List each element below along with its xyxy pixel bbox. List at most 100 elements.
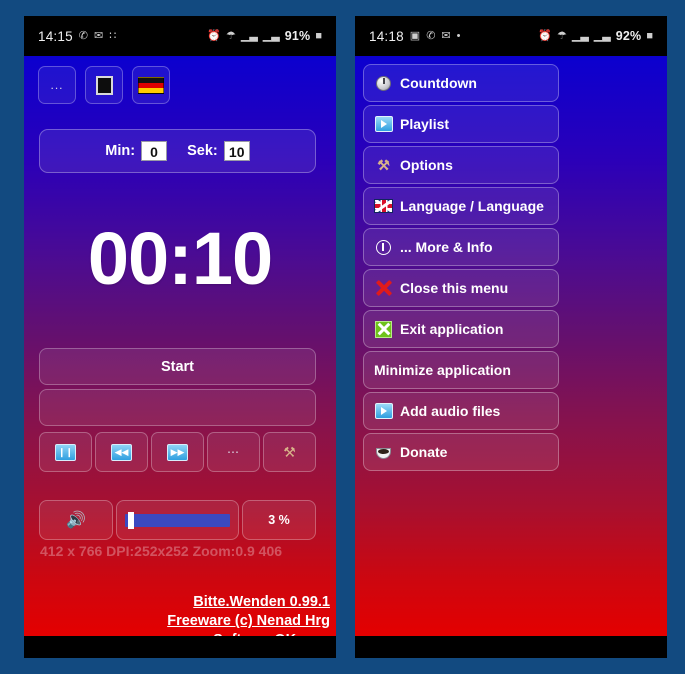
nav-bar-right (355, 636, 667, 658)
menu-item-label: Donate (400, 444, 448, 460)
menu-item-close-menu[interactable]: Close this menu (363, 269, 559, 307)
menu-item-playlist[interactable]: Playlist (363, 105, 559, 143)
mail-icon: ✉ (94, 29, 104, 42)
volume-percent-button[interactable]: 3 % (242, 500, 316, 540)
author-link[interactable]: Freeware (c) Nenad Hrg (167, 612, 330, 631)
menu-item-minimize-application[interactable]: Minimize application (363, 351, 559, 389)
start-button-label: Start (160, 358, 195, 375)
battery-icon: ■ (315, 29, 322, 42)
play-icon (374, 115, 393, 134)
alarm-icon: ⏰ (538, 29, 552, 42)
menu-item-exit-application[interactable]: Exit application (363, 310, 559, 348)
volume-row: 🔊 3 % (39, 500, 316, 540)
volume-percent-label: 3 % (268, 513, 290, 527)
menu-item-label: Close this menu (400, 280, 509, 296)
app-canvas-right: Countdown Playlist ⚒ Options Language / … (355, 56, 667, 636)
device-info-text: 412 x 766 DPI:252x252 Zoom:0.9 406 (40, 543, 283, 559)
wifi-icon: ☂ (557, 29, 567, 42)
pause-button[interactable]: ❙❙ (39, 432, 92, 472)
countdown-display: 00:10 (87, 217, 273, 300)
forward-button[interactable]: ▶▶ (151, 432, 204, 472)
time-input-panel: Min: 0 Sek: 10 (39, 129, 316, 173)
signal-icon: ▁▃ (593, 29, 611, 42)
language-button[interactable] (132, 66, 170, 104)
menu-item-language[interactable]: Language / Language (363, 187, 559, 225)
volume-track (125, 511, 230, 529)
status-time: 14:15 (38, 28, 73, 44)
status-bar-left-group: 14:18 ▣ ✆ ✉ • (369, 29, 461, 44)
tools-button[interactable]: ⚒ (263, 432, 316, 472)
whatsapp-icon: ✆ (78, 29, 89, 42)
volume-slider[interactable] (116, 500, 239, 540)
whatsapp-icon: ✆ (426, 29, 436, 42)
battery-icon: ■ (646, 29, 653, 42)
screenshot-stage: 14:15 ✆ ✉ ∷ ⏰ ☂ ▁▃ ▁▃ 91% ■ ... Min: 0 S… (0, 0, 685, 674)
rewind-button[interactable]: ◀◀ (95, 432, 148, 472)
play-icon (374, 402, 393, 421)
status-bar-right-group: ⏰ ☂ ▁▃ ▁▃ 92% ■ (538, 29, 653, 43)
uk-flag-icon (374, 197, 393, 216)
alarm-icon: ⏰ (207, 29, 221, 42)
menu-item-add-audio-files[interactable]: Add audio files (363, 392, 559, 430)
menu-item-label: Minimize application (374, 362, 511, 378)
stop-square-icon (95, 75, 113, 95)
app-version-link[interactable]: Bitte.Wenden 0.99.1 (167, 593, 330, 612)
main-menu: Countdown Playlist ⚒ Options Language / … (363, 64, 559, 471)
wifi-icon: ☂ (226, 29, 236, 42)
menu-item-countdown[interactable]: Countdown (363, 64, 559, 102)
menu-item-label: Options (400, 157, 453, 173)
signal-icon: ▁▃ (240, 29, 258, 42)
more-options-button[interactable]: ... (38, 66, 76, 104)
green-x-icon (374, 320, 393, 339)
menu-item-label: Playlist (400, 116, 450, 132)
menu-item-more-info[interactable]: ... More & Info (363, 228, 559, 266)
nav-bar-left (24, 636, 336, 658)
tools-icon: ⚒ (377, 157, 390, 173)
status-message-button[interactable] (39, 389, 316, 426)
menu-item-options[interactable]: ⚒ Options (363, 146, 559, 184)
gallery-icon: ▣ (409, 29, 421, 42)
battery-percent: 92% (615, 29, 642, 43)
forward-icon: ▶▶ (167, 443, 188, 461)
tools-icon: ⚒ (283, 443, 296, 460)
phone-right: 14:18 ▣ ✆ ✉ • ⏰ ☂ ▁▃ ▁▃ 92% ■ Countdown (355, 16, 667, 658)
more-button[interactable]: ⋯ (207, 432, 260, 472)
ellipsis-icon: ⋯ (227, 445, 240, 459)
start-button[interactable]: Start (39, 348, 316, 385)
apps-icon: ∷ (109, 29, 117, 42)
seconds-label: Sek: (187, 143, 218, 159)
coffee-icon (374, 443, 393, 462)
volume-thumb[interactable] (128, 511, 135, 529)
status-bar-left-group: 14:15 ✆ ✉ ∷ (38, 29, 116, 44)
phone-left: 14:15 ✆ ✉ ∷ ⏰ ☂ ▁▃ ▁▃ 91% ■ ... Min: 0 S… (24, 16, 336, 658)
ellipsis-icon: ... (50, 78, 64, 92)
status-bar-right-group: ⏰ ☂ ▁▃ ▁▃ 91% ■ (207, 29, 322, 43)
speaker-icon: 🔊 (66, 512, 86, 529)
website-link[interactable]: www.SoftwareOK.com (167, 631, 330, 636)
top-toolbar: ... (38, 66, 170, 104)
red-x-icon (374, 279, 393, 298)
stopwatch-icon (374, 74, 393, 93)
signal-icon: ▁▃ (262, 29, 280, 42)
menu-item-label: Exit application (400, 321, 504, 337)
status-bar-right: 14:18 ▣ ✆ ✉ • ⏰ ☂ ▁▃ ▁▃ 92% ■ (355, 16, 667, 56)
pause-icon: ❙❙ (55, 443, 76, 461)
info-icon (374, 238, 393, 257)
menu-item-label: Language / Language (400, 198, 544, 214)
seconds-input[interactable]: 10 (223, 141, 250, 161)
mail-icon: ✉ (441, 29, 451, 42)
status-bar-left: 14:15 ✆ ✉ ∷ ⏰ ☂ ▁▃ ▁▃ 91% ■ (24, 16, 336, 56)
app-canvas-left: ... Min: 0 Sek: 10 00:10 Start ❙❙ ◀◀ ▶▶ … (24, 56, 336, 636)
minutes-input[interactable]: 0 (141, 141, 168, 161)
signal-icon: ▁▃ (571, 29, 589, 42)
rewind-icon: ◀◀ (111, 443, 132, 461)
dot-icon: • (456, 29, 461, 42)
status-time: 14:18 (369, 28, 404, 44)
speaker-button[interactable]: 🔊 (39, 500, 113, 540)
menu-item-donate[interactable]: Donate (363, 433, 559, 471)
menu-item-label: ... More & Info (400, 239, 493, 255)
battery-percent: 91% (284, 29, 311, 43)
menu-item-label: Add audio files (400, 403, 501, 419)
menu-item-label: Countdown (400, 75, 477, 91)
stop-button[interactable] (85, 66, 123, 104)
